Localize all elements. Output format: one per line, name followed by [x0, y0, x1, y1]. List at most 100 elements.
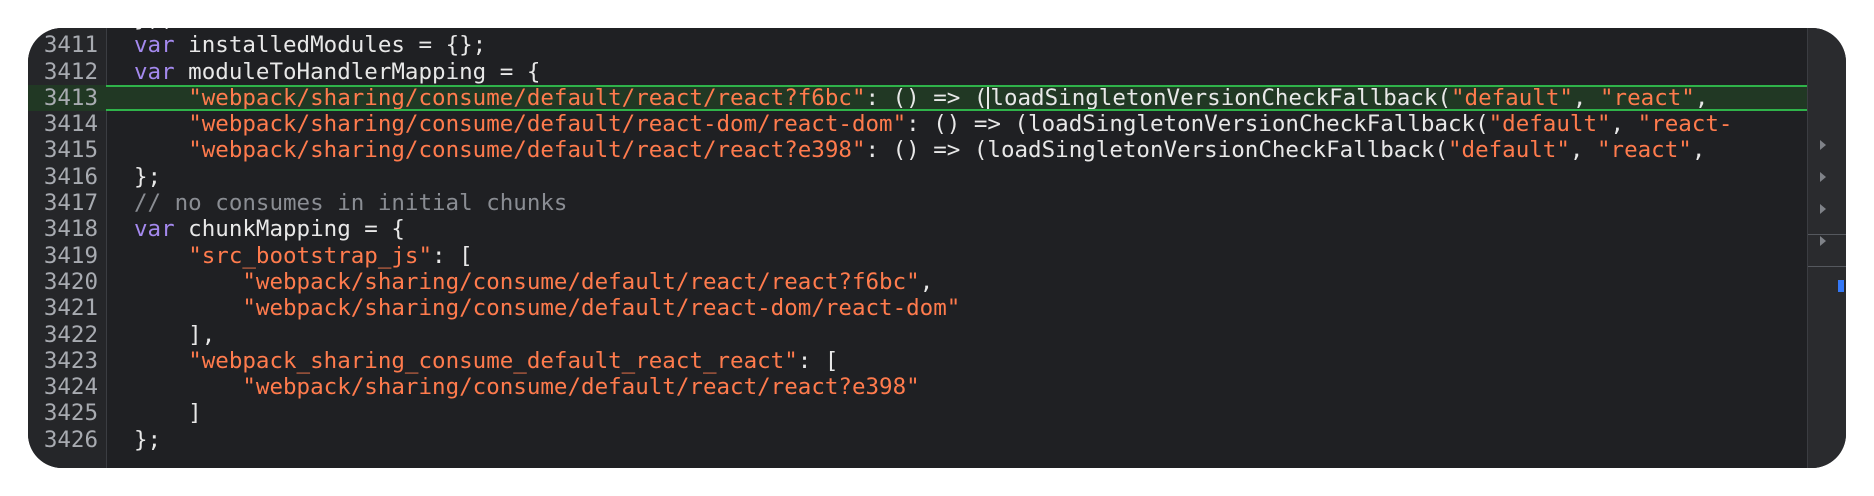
code-token: "webpack/sharing/consume/default/react/r… [188, 137, 866, 164]
code-token: var [134, 58, 175, 85]
code-token: "webpack_sharing_consume_default_react_r… [188, 347, 798, 374]
code-token: , [919, 268, 934, 295]
code-token: "webpack/sharing/consume/default/react-d… [188, 111, 907, 138]
code-token: ], [134, 321, 216, 348]
code-line[interactable]: 3411 var installedModules = {}; [28, 32, 1808, 58]
code-token: loadSingletonVersionCheckFallback( [990, 84, 1451, 111]
code-line[interactable]: 3418 var chunkMapping = { [28, 216, 1808, 242]
line-number: 3426 [43, 426, 98, 453]
code-token: "react" [1600, 84, 1695, 111]
code-token: "webpack/sharing/consume/default/react/r… [242, 374, 920, 401]
line-number: 3415 [43, 137, 98, 164]
code-token: "default" [1447, 137, 1570, 164]
line-number: 3417 [43, 190, 98, 217]
line-number: 3412 [43, 58, 98, 85]
code-line[interactable]: 3426}; [28, 427, 1808, 453]
code-token: , [1572, 84, 1601, 111]
code-token: "react- [1637, 111, 1733, 138]
code-token: moduleToHandlerMapping = { [174, 58, 541, 85]
code-token: "src_bootstrap_js" [188, 242, 433, 269]
code-text: var moduleToHandlerMapping = { [134, 59, 540, 85]
line-number: 3422 [43, 321, 98, 348]
code-token: : () => ( [865, 84, 988, 111]
ruler-divider [1808, 234, 1846, 235]
line-number: 3411 [43, 32, 98, 59]
editor-overview-ruler[interactable] [1807, 28, 1846, 468]
code-token: var [134, 32, 175, 59]
code-text: "webpack/sharing/consume/default/react/r… [134, 374, 920, 401]
code-lines[interactable]: 3410});3411var installedModules = {};341… [28, 28, 1846, 453]
code-text: "src_bootstrap_js": [ [134, 242, 473, 269]
code-text: "webpack_sharing_consume_default_react_r… [134, 348, 838, 374]
code-line[interactable]: 3415 "webpack/sharing/consume/default/re… [28, 137, 1808, 163]
line-number: 3418 [43, 216, 98, 243]
code-line[interactable]: 3419 "src_bootstrap_js": [ [28, 243, 1808, 269]
code-editor-window: 3410});3411var installedModules = {};341… [28, 28, 1846, 468]
code-text: var chunkMapping = { [134, 216, 405, 242]
code-token: "webpack/sharing/consume/default/react-d… [242, 295, 961, 322]
code-token: ] [134, 400, 202, 427]
ruler-position-marker [1838, 280, 1844, 292]
code-token: // no consumes in initial chunks [134, 190, 568, 217]
code-token: : () => (loadSingletonVersionCheckFallba… [865, 137, 1448, 164]
code-token: installedModules = {}; [174, 32, 487, 59]
code-token: : () => (loadSingletonVersionCheckFallba… [906, 111, 1489, 138]
code-text: var installedModules = {}; [134, 32, 486, 58]
code-token: , [1569, 137, 1597, 164]
ruler-marker-icon [1820, 204, 1826, 214]
line-number: 3421 [43, 295, 98, 322]
code-line[interactable]: 3423 "webpack_sharing_consume_default_re… [28, 348, 1808, 374]
code-line[interactable]: 3416}; [28, 164, 1808, 190]
line-number: 3416 [43, 163, 98, 190]
code-token: chunkMapping = { [174, 216, 405, 243]
line-number: 3424 [43, 374, 98, 401]
code-token: "react" [1597, 137, 1692, 164]
code-text: "webpack/sharing/consume/default/react/r… [134, 137, 1705, 163]
line-number: 3425 [43, 400, 98, 427]
ruler-marker-icon [1820, 172, 1826, 182]
code-text: // no consumes in initial chunks [134, 190, 567, 216]
code-line[interactable]: 3414 "webpack/sharing/consume/default/re… [28, 111, 1808, 137]
code-token: : [ [432, 242, 473, 269]
code-text: "webpack/sharing/consume/default/react-d… [134, 111, 1732, 137]
code-token: , [1691, 137, 1706, 164]
code-text: "webpack/sharing/consume/default/react/r… [134, 269, 933, 295]
code-text: }; [134, 164, 161, 190]
line-number: 3413 [43, 84, 98, 111]
code-token: }; [134, 426, 162, 453]
code-text: "webpack/sharing/consume/default/react/r… [134, 85, 1708, 111]
code-text: }; [134, 427, 161, 453]
code-line[interactable]: 3417 // no consumes in initial chunks [28, 190, 1808, 216]
code-line[interactable]: 3412 var moduleToHandlerMapping = { [28, 59, 1808, 85]
line-number: 3419 [43, 242, 98, 269]
line-number: 3420 [43, 268, 98, 295]
line-number: 3414 [43, 111, 98, 138]
code-token: "webpack/sharing/consume/default/react/r… [188, 84, 866, 111]
code-token: "webpack/sharing/consume/default/react/r… [242, 268, 920, 295]
ruler-marker-icon [1820, 140, 1826, 150]
ruler-divider [1808, 266, 1846, 267]
code-token: , [1610, 111, 1638, 138]
code-text: ] [134, 400, 202, 426]
code-text: "webpack/sharing/consume/default/react-d… [134, 295, 960, 321]
code-line[interactable]: 3422 ], [28, 322, 1808, 348]
code-token: , [1694, 84, 1709, 111]
code-line[interactable]: 3421 "webpack/sharing/consume/default/re… [28, 295, 1808, 321]
code-line[interactable]: 3420 "webpack/sharing/consume/default/re… [28, 269, 1808, 295]
code-token: }; [134, 163, 162, 190]
code-text: ], [134, 322, 215, 348]
code-token: var [134, 216, 175, 243]
code-token: "default" [1451, 84, 1573, 111]
line-number: 3423 [43, 347, 98, 374]
code-token: : [ [797, 347, 839, 374]
code-line[interactable]: 3413 "webpack/sharing/consume/default/re… [28, 84, 1846, 112]
code-line[interactable]: 3424 "webpack/sharing/consume/default/re… [28, 374, 1808, 400]
code-line[interactable]: 3425 ] [28, 400, 1808, 426]
